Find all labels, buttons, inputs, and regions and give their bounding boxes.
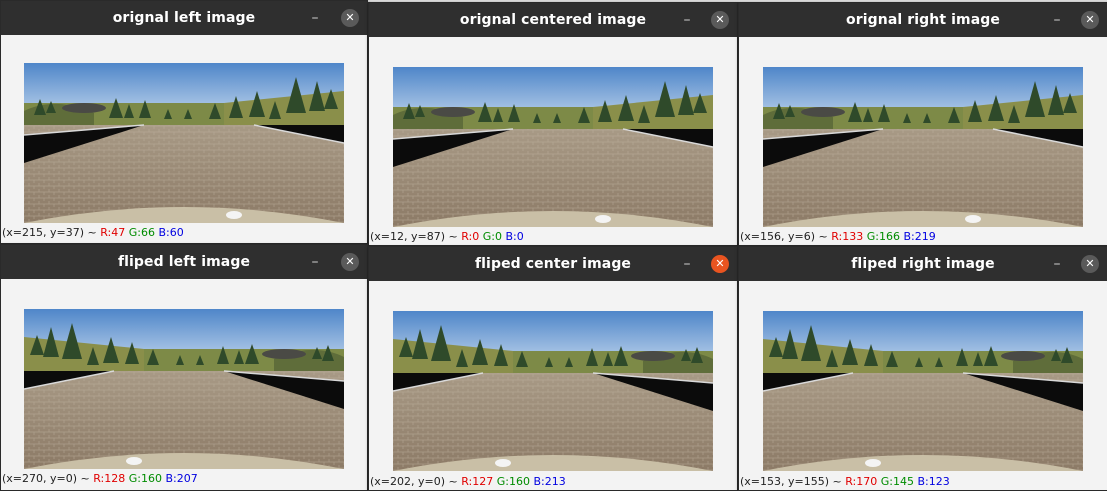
camera-image[interactable] (24, 63, 344, 223)
camera-image[interactable] (24, 309, 344, 469)
pixel-red: R:170 (845, 475, 878, 488)
window-titlebar[interactable]: fliped right image – ✕ (739, 247, 1107, 281)
pixel-coords: (x=156, y=6) ~ (740, 230, 832, 243)
pixel-status: (x=202, y=0) ~ R:127 G:160 B:213 (369, 474, 737, 490)
minimize-button[interactable]: – (679, 3, 695, 37)
pixel-blue: B:213 (533, 475, 566, 488)
pixel-coords: (x=215, y=37) ~ (2, 226, 101, 239)
window-titlebar[interactable]: orignal right image – ✕ (739, 3, 1107, 37)
minimize-button[interactable]: – (307, 245, 323, 279)
window-titlebar[interactable]: fliped left image – ✕ (1, 245, 367, 279)
pixel-status: (x=215, y=37) ~ R:47 G:66 B:60 (1, 225, 367, 241)
minimize-button[interactable]: – (1049, 247, 1065, 281)
pixel-green: G:66 (128, 226, 155, 239)
pixel-coords: (x=270, y=0) ~ (2, 472, 94, 485)
pixel-blue: B:60 (158, 226, 184, 239)
pixel-blue: B:207 (165, 472, 198, 485)
window-orignal-right[interactable]: orignal right image – ✕ (x=156, y=6) ~ R… (738, 2, 1107, 246)
pixel-green: G:166 (866, 230, 900, 243)
window-titlebar[interactable]: orignal left image – ✕ (1, 1, 367, 35)
pixel-green: G:145 (880, 475, 914, 488)
pixel-blue: B:219 (903, 230, 936, 243)
close-button[interactable]: ✕ (711, 11, 729, 29)
pixel-status: (x=153, y=155) ~ R:170 G:145 B:123 (739, 474, 1107, 490)
pixel-coords: (x=202, y=0) ~ (370, 475, 462, 488)
close-button[interactable]: ✕ (341, 9, 359, 27)
minimize-button[interactable]: – (307, 1, 323, 35)
close-button[interactable]: ✕ (711, 255, 729, 273)
pixel-blue: B:0 (505, 230, 524, 243)
pixel-red: R:47 (100, 226, 126, 239)
camera-image[interactable] (393, 311, 713, 471)
pixel-green: G:160 (496, 475, 530, 488)
pixel-status: (x=270, y=0) ~ R:128 G:160 B:207 (1, 471, 367, 487)
minimize-button[interactable]: – (1049, 3, 1065, 37)
pixel-red: R:128 (93, 472, 126, 485)
window-fliped-center[interactable]: fliped center image – ✕ (x=202, y=0) ~ R… (368, 246, 738, 491)
pixel-red: R:0 (461, 230, 480, 243)
window-titlebar[interactable]: orignal centered image – ✕ (369, 3, 737, 37)
close-button[interactable]: ✕ (1081, 255, 1099, 273)
pixel-coords: (x=153, y=155) ~ (740, 475, 846, 488)
pixel-green: G:160 (128, 472, 162, 485)
pixel-red: R:133 (831, 230, 864, 243)
camera-image[interactable] (763, 311, 1083, 471)
window-fliped-right[interactable]: fliped right image – ✕ (x=153, y=155) ~ … (738, 246, 1107, 491)
pixel-blue: B:123 (917, 475, 950, 488)
camera-image[interactable] (763, 67, 1083, 227)
window-fliped-left[interactable]: fliped left image – ✕ (x=270, y=0) ~ R:1… (0, 244, 368, 491)
camera-image[interactable] (393, 67, 713, 227)
pixel-status: (x=12, y=87) ~ R:0 G:0 B:0 (369, 229, 737, 245)
pixel-green: G:0 (482, 230, 502, 243)
close-button[interactable]: ✕ (341, 253, 359, 271)
pixel-coords: (x=12, y=87) ~ (370, 230, 462, 243)
close-button[interactable]: ✕ (1081, 11, 1099, 29)
pixel-red: R:127 (461, 475, 494, 488)
window-orignal-centered[interactable]: orignal centered image – ✕ (x=12, y=87) … (368, 2, 738, 246)
minimize-button[interactable]: – (679, 247, 695, 281)
window-orignal-left[interactable]: orignal left image – ✕ (x=215, y=37) ~ R… (0, 0, 368, 244)
pixel-status: (x=156, y=6) ~ R:133 G:166 B:219 (739, 229, 1107, 245)
window-titlebar[interactable]: fliped center image – ✕ (369, 247, 737, 281)
